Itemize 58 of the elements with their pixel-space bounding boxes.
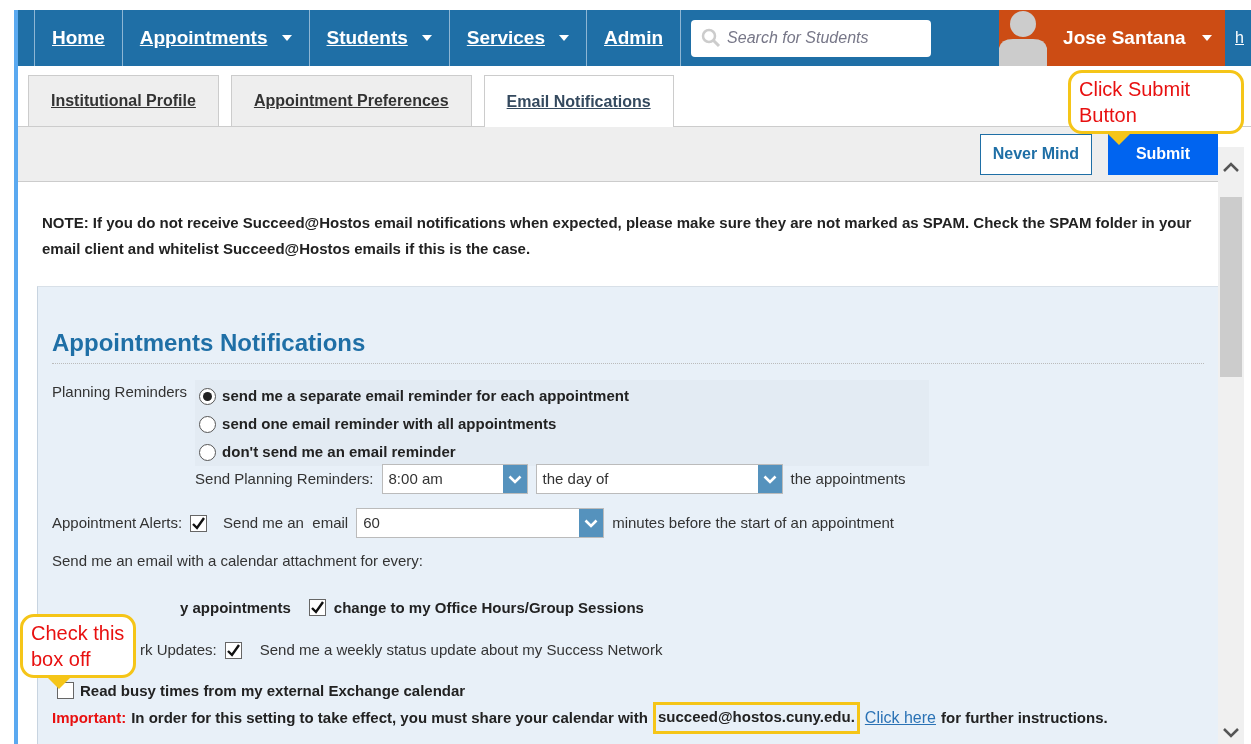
warning-text: In order for this setting to take effect, you must share your calendar with [131, 707, 648, 728]
checkbox[interactable] [308, 599, 326, 617]
option-label: Read busy times from my external Exchange calendar [80, 680, 466, 701]
checkbox[interactable] [224, 641, 242, 659]
help-link[interactable]: Click here [864, 705, 936, 730]
callout: Click Submit Button [1068, 70, 1244, 134]
warning-label: Important: [52, 707, 127, 728]
scrollbar[interactable] [1218, 147, 1244, 744]
scroll-down-icon[interactable] [1222, 727, 1240, 739]
dropdown-field[interactable]: 60 [356, 508, 605, 538]
callout-pointer [48, 678, 70, 689]
field-label: minutes before the start of an appointment [612, 512, 894, 533]
warning-text: for further instructions. [941, 707, 1108, 728]
field-label: Appointment Alerts: [52, 512, 183, 533]
field-label: the appointments [790, 468, 906, 489]
user-menu[interactable]: Jose Santana [999, 10, 1226, 66]
search-field[interactable]: Search for Students [691, 19, 932, 57]
chevron-down-icon [584, 518, 599, 528]
option-label: send one email reminder with all appointments [222, 413, 557, 434]
nav-item[interactable]: Appointments [121, 10, 309, 66]
radio-button[interactable] [199, 415, 217, 433]
nav-item[interactable]: Students [308, 10, 449, 66]
dropdown-field[interactable]: the day of [535, 464, 783, 494]
cancel-button[interactable]: Never Mind [979, 133, 1092, 175]
email-address: succeed@hostos.cuny.edu. [652, 702, 860, 734]
checkbox[interactable] [190, 514, 208, 532]
callout-pointer [1108, 134, 1130, 145]
note-text: NOTE: If you do not receive Succeed@Hostos email notifications when expected, please make sure they are not marked as SPAM. Check the SPAM folder in your email client and whitelist Succeed@Hostos emails if this is the case. [41, 213, 1193, 259]
option-label: send me a separate email reminder for each appointment [222, 385, 629, 406]
option-label: don't send me an email reminder [222, 441, 456, 462]
field-label: Send Planning Reminders: [195, 468, 374, 489]
callout: Check this box off [20, 614, 136, 678]
nav-item[interactable]: h [1229, 10, 1249, 66]
avatar-icon [999, 10, 1048, 66]
search-icon [701, 28, 722, 48]
tab[interactable]: Appointment Preferences [230, 75, 472, 126]
option-label: y appointments [180, 597, 291, 618]
scroll-thumb[interactable] [1220, 197, 1242, 377]
chevron-down-icon [507, 474, 522, 484]
tab[interactable]: Email Notifications [483, 75, 674, 127]
section-title: Appointments Notifications [52, 287, 1204, 364]
nav-item[interactable]: Services [448, 10, 586, 66]
nav-item[interactable]: Home [34, 10, 122, 66]
field-label: rk Updates: [140, 640, 217, 660]
scroll-up-icon[interactable] [1222, 161, 1240, 173]
radio-button[interactable] [199, 387, 217, 405]
nav-item[interactable]: Admin [586, 10, 681, 66]
option-label: Send me a weekly status update about my Success Network [259, 640, 663, 660]
field-label: Planning Reminders [52, 382, 188, 402]
option-label: change to my Office Hours/Group Sessions [333, 597, 644, 618]
radio-button[interactable] [199, 443, 217, 461]
field-label: Send me an email [223, 512, 349, 533]
chevron-down-icon [762, 474, 777, 484]
tab[interactable]: Institutional Profile [28, 75, 219, 126]
instruction-text: Send me an email with a calendar attachment for every: [52, 551, 425, 571]
submit-button[interactable]: Submit [1108, 133, 1218, 175]
caret-icon [1201, 35, 1212, 41]
dropdown-field[interactable]: 8:00 am [381, 464, 528, 494]
